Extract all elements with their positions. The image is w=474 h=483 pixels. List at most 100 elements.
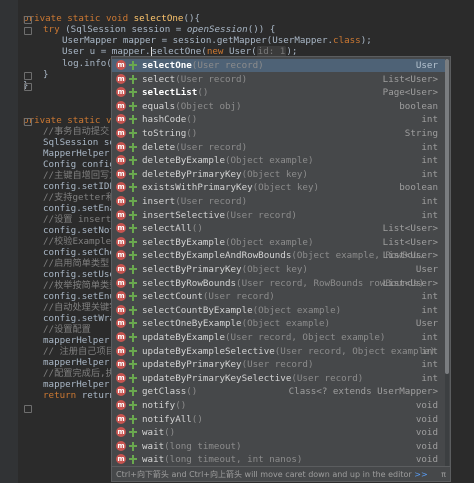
public-visibility-icon [129,455,137,465]
public-visibility-icon [129,142,137,152]
code-line: try (SqlSession session = openSession())… [43,24,275,35]
completion-item[interactable]: m selectList() Page<User> [112,86,448,99]
fold-marker-icon[interactable] [24,118,32,126]
completion-item-type: int [421,196,438,207]
completion-item-name: selectByExampleAndRowBounds [142,250,292,262]
completion-item-signature: hashCode() [142,113,197,126]
method-icon: m [116,427,126,438]
completion-popup[interactable]: m selectOne(User record) User m select(User … [111,56,451,482]
public-visibility-icon [129,305,137,315]
completion-item[interactable]: m getClass() Class<? extends UserMapper> [112,385,448,398]
fold-marker-icon[interactable] [24,72,32,80]
completion-item-params: (User record) [224,209,297,221]
completion-item-type: void [415,454,438,466]
completion-item-name: select [142,73,176,85]
completion-item[interactable]: m wait(long timeout) void [112,440,448,453]
completion-item[interactable]: m selectAll() List<User> [112,222,448,235]
code-line: mapperHelper.p [43,379,120,390]
public-visibility-icon [129,265,137,274]
completion-item[interactable]: m hashCode() int [112,113,448,126]
code-token: Config config [43,159,115,170]
completion-item-type: void [415,440,438,452]
code-line: config.setIDEN [43,181,120,192]
completion-item-signature: equals(Object obj) [142,100,242,113]
completion-item-name: deleteByExample [142,155,225,167]
code-token: //校验Example中 [43,236,121,247]
completion-scrollbar[interactable] [445,59,449,474]
code-line: config.setEnab [43,203,120,214]
public-visibility-icon [129,224,137,234]
method-icon: m [116,209,126,220]
completion-item[interactable]: m wait() void [112,426,448,439]
public-visibility-icon [129,346,137,356]
completion-item[interactable]: m selectByPrimaryKey(Object key) User [112,263,448,276]
fold-marker-icon[interactable] [24,16,32,24]
completion-item-params: () [191,223,203,235]
method-icon: m [116,372,126,383]
code-token: config.setUseS [43,269,121,280]
code-token: mapperHelper.r [43,357,121,368]
completion-item[interactable]: m updateByPrimaryKeySelective(User record… [112,372,448,385]
completion-item-signature: updateByPrimaryKeySelective(User record) [142,372,363,385]
completion-item-name: selectOne [142,60,192,71]
completion-item[interactable]: m updateByExample(User record, Object exa… [112,331,448,344]
completion-item[interactable]: m notify() void [112,399,448,412]
code-token: //自动处理关键字 [43,302,119,313]
completion-item[interactable]: m selectByRowBounds(User record, RowBound… [112,277,448,290]
completion-item[interactable]: m selectByExample(Object example) List<Use… [112,236,448,249]
completion-item[interactable]: m selectOne(User record) User [112,59,448,72]
public-visibility-icon [129,428,137,438]
code-token: config.setWrap [43,313,121,324]
completion-item-signature: selectByExample(Object example) [142,236,314,249]
completion-item-signature: toString() [142,127,197,140]
completion-item-name: wait [142,427,165,439]
code-token: config.setEnum [43,291,121,302]
code-token: //支持getter和s [43,192,121,203]
completion-item[interactable]: m selectOneByExample(Object example) User [112,317,448,330]
completion-item[interactable]: m selectCount(User record) int [112,290,448,303]
completion-item[interactable]: m toString() String [112,127,448,140]
public-visibility-icon [129,292,137,302]
code-token: //配置完成后,执 [43,368,115,379]
completion-item[interactable]: m notifyAll() void [112,413,448,426]
completion-item-name: selectOneByExample [142,318,242,330]
completion-item-name: selectCountByExample [142,304,253,316]
method-icon: m [116,386,126,397]
completion-item[interactable]: m wait(long timeout, int nanos) void [112,453,448,466]
completion-item[interactable]: m deleteByExample(Object example) int [112,154,448,167]
fold-marker-icon[interactable] [24,27,32,35]
completion-item[interactable]: m selectCountByExample(Object example) int [112,304,448,317]
fold-marker-icon[interactable] [24,405,32,413]
completion-scrollbar-thumb[interactable] [445,59,449,374]
fold-marker-icon[interactable] [24,83,32,91]
completion-item-name: notify [142,400,176,411]
completion-item-params: (Object example) [241,318,331,330]
completion-item[interactable]: m equals(Object obj) boolean [112,100,448,113]
completion-item[interactable]: m delete(User record) int [112,141,448,154]
completion-item[interactable]: m updateByPrimaryKey(User record) int [112,358,448,371]
completion-item-signature: deleteByPrimaryKey(Object key) [142,168,308,181]
completion-item[interactable]: m insertSelective(User record) int [112,209,448,222]
completion-item-name: delete [142,141,176,153]
completion-footer-link[interactable]: >> [414,470,427,479]
completion-item[interactable]: m updateByExampleSelective(User record, O… [112,345,448,358]
completion-item-type: List<User> [382,73,438,85]
code-line: config.setWrap [43,313,120,324]
code-line: SqlSession sql [43,137,120,148]
completion-item[interactable]: m select(User record) List<User> [112,73,448,86]
completion-item-name: equals [142,100,176,112]
completion-item[interactable]: m existsWithPrimaryKey(Object key) boolean [112,181,448,194]
completion-item-signature: getClass() [142,385,197,398]
completion-item-params: (Object example) [224,236,314,248]
method-icon: m [116,345,126,356]
completion-item[interactable]: m selectByExampleAndRowBounds(Object exam… [112,249,448,262]
completion-item-name: toString [142,128,187,139]
method-icon: m [116,236,126,247]
completion-item[interactable]: m insert(User record) int [112,195,448,208]
code-token: SqlSession sql [43,137,121,148]
completion-item-name: selectAll [142,223,192,235]
completion-item-type: int [421,291,438,303]
completion-footer-hint: Ctrl+向下箭头 and Ctrl+向上箭头 will move caret … [116,470,412,479]
completion-item[interactable]: m deleteByPrimaryKey(Object key) int [112,168,448,181]
completion-item-params: (User record) [191,60,264,71]
